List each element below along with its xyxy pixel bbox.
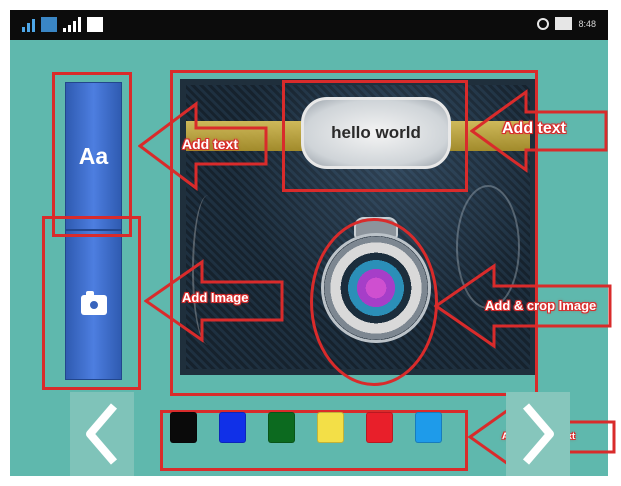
color-swatch-red[interactable] bbox=[366, 412, 393, 443]
status-right: 8:48 bbox=[537, 17, 596, 30]
annotation-box-text-button bbox=[52, 72, 132, 237]
alarm-icon bbox=[537, 17, 550, 30]
color-swatch-row bbox=[170, 412, 442, 443]
clock: 8:48 bbox=[578, 18, 596, 29]
color-swatch-blue[interactable] bbox=[219, 412, 246, 443]
status-left bbox=[22, 16, 103, 32]
signal-icon-2 bbox=[63, 16, 81, 32]
back-button[interactable] bbox=[70, 392, 134, 476]
signal-icon bbox=[22, 16, 35, 32]
annotation-box-text-plaque bbox=[282, 80, 468, 192]
annotation-box-image-button bbox=[42, 216, 141, 390]
status-bar: 8:48 bbox=[10, 10, 608, 40]
chevron-right-icon bbox=[522, 403, 554, 465]
chevron-left-icon bbox=[86, 403, 118, 465]
annotation-circle-medallion bbox=[310, 218, 438, 386]
network-badge-1 bbox=[41, 17, 57, 32]
color-swatch-black[interactable] bbox=[170, 412, 197, 443]
next-button[interactable] bbox=[506, 392, 570, 476]
label-add-image: Add Image bbox=[182, 290, 249, 305]
app-screen: Aa hello world Add text Add text Add Ima… bbox=[10, 40, 616, 476]
color-swatch-light-blue[interactable] bbox=[415, 412, 442, 443]
label-add-text-left: Add text bbox=[182, 136, 238, 152]
color-swatch-green[interactable] bbox=[268, 412, 295, 443]
network-badge-2 bbox=[87, 17, 103, 32]
label-add-crop-image: Add & crop Image bbox=[485, 298, 597, 313]
color-swatch-yellow[interactable] bbox=[317, 412, 344, 443]
battery-icon bbox=[555, 17, 573, 30]
label-add-text-right: Add text bbox=[502, 120, 566, 137]
